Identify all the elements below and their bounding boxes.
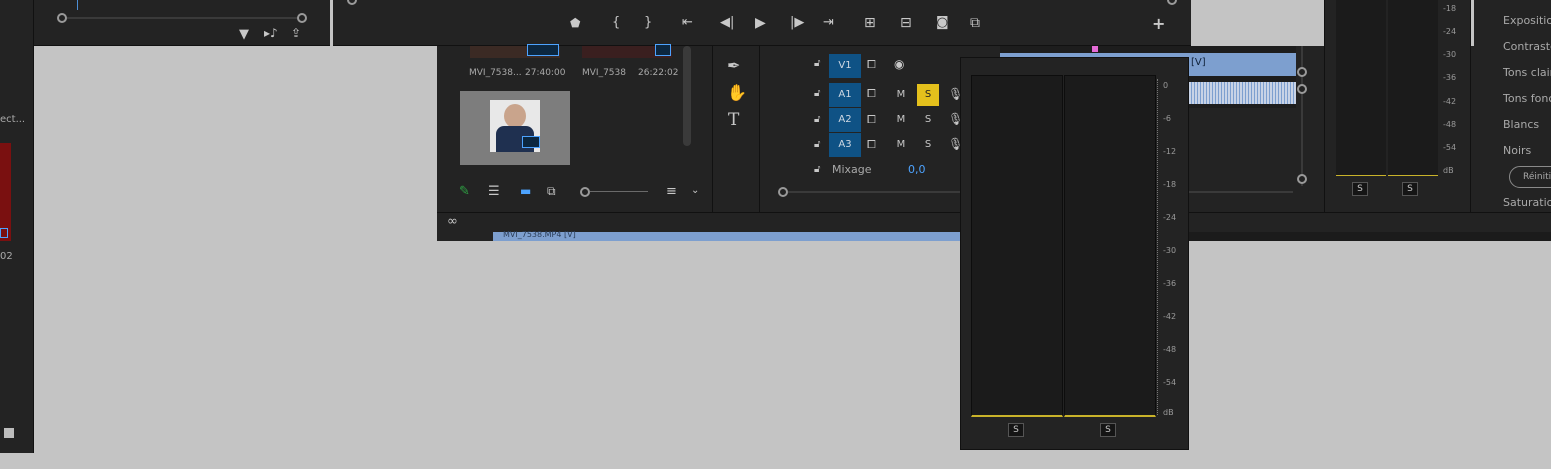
hand-tool-icon[interactable]: ✋: [727, 85, 747, 101]
project-item-selected[interactable]: [460, 91, 570, 165]
lumetri-item: Tons foncés: [1503, 92, 1551, 105]
timeline-strip-dark: [1189, 232, 1551, 241]
lock-icon[interactable]: 🔓︎: [814, 89, 820, 99]
solo-channel-button[interactable]: S: [1402, 182, 1418, 196]
lift-icon[interactable]: ⊞: [864, 16, 876, 30]
project-item-name: MVI_7538: [582, 68, 626, 78]
mute-button[interactable]: M: [890, 109, 912, 131]
source-playhead: [77, 0, 78, 10]
compare-icon[interactable]: ⧉: [970, 16, 980, 30]
meter-channel: [1064, 75, 1156, 417]
saturation-label: Saturation: [1503, 196, 1551, 209]
meter-channel: [971, 75, 1063, 417]
meter-scale-ticks: [1157, 79, 1159, 415]
lock-icon[interactable]: 🔓︎: [814, 165, 820, 175]
thumb-badge-icon: [655, 44, 671, 56]
chevron-down-icon[interactable]: ⌄: [691, 186, 699, 196]
extract-icon[interactable]: ⊟: [900, 16, 912, 30]
filter-icon[interactable]: ▼: [239, 28, 249, 41]
playhead-marker[interactable]: [1092, 46, 1098, 52]
play-icon[interactable]: ▶: [755, 16, 766, 30]
audio-clip[interactable]: [1189, 82, 1296, 104]
transport-controls: ⬟ { } ⇤ ◀| ▶ |▶ ⇥ ⊞ ⊟ ◙ ⧉ +: [570, 16, 1170, 34]
left-panel-number: 02: [0, 251, 13, 262]
track-a2-toggle[interactable]: A2: [829, 108, 861, 132]
creative-cloud-icon[interactable]: ∞: [447, 215, 458, 228]
resize-icon[interactable]: [4, 428, 14, 438]
video-clip-label: [V]: [1191, 57, 1206, 68]
lumetri-item: Contraste: [1503, 40, 1551, 53]
mute-button[interactable]: M: [890, 134, 912, 156]
sync-lock-icon[interactable]: ⧠: [867, 59, 876, 70]
solo-button[interactable]: S: [917, 109, 939, 131]
go-to-in-icon[interactable]: ⇤: [682, 16, 693, 29]
project-item-duration: 26:22:02: [638, 68, 679, 78]
mark-out-icon[interactable]: }: [644, 16, 652, 29]
meter-channel: [1388, 0, 1438, 176]
mix-value[interactable]: 0,0: [908, 163, 926, 176]
type-tool-icon[interactable]: T: [728, 112, 739, 129]
sync-lock-icon[interactable]: ⧠: [867, 88, 876, 99]
pen-tool-icon[interactable]: ✒: [727, 58, 740, 74]
sync-lock-icon[interactable]: ⧠: [867, 114, 876, 125]
solo-channel-button[interactable]: S: [1100, 423, 1116, 437]
thumb-badge-icon: [527, 44, 559, 56]
sync-lock-icon[interactable]: ⧠: [867, 139, 876, 150]
pencil-icon[interactable]: ✎: [459, 185, 470, 198]
list-view-icon[interactable]: ☰: [488, 185, 500, 198]
audio-export-icon[interactable]: ▸♪: [264, 27, 278, 39]
solo-channel-button[interactable]: S: [1352, 182, 1368, 196]
go-to-out-icon[interactable]: ⇥: [823, 16, 834, 29]
camera-icon[interactable]: ◙: [936, 16, 949, 29]
clip-strip-label: MVI_7538.MP4 [V]: [503, 230, 576, 239]
project-item-name: MVI_7538...: [469, 68, 522, 78]
thumb-badge-icon: [522, 136, 540, 148]
eye-icon[interactable]: ◉: [894, 58, 904, 70]
freeform-view-icon[interactable]: ⧉: [547, 185, 556, 197]
step-back-icon[interactable]: ◀|: [720, 16, 734, 29]
solo-button[interactable]: S: [917, 84, 939, 106]
marker-icon[interactable]: ⬟: [570, 17, 580, 29]
reset-button[interactable]: Réinitialiser: [1509, 166, 1551, 188]
lock-icon[interactable]: 🔓︎: [814, 140, 820, 150]
left-panel-label: ect...: [0, 114, 26, 125]
lumetri-item: Noirs: [1503, 144, 1532, 157]
project-item-duration: 27:40:00: [525, 68, 566, 78]
mute-button[interactable]: M: [890, 84, 912, 106]
lock-icon[interactable]: 🔓︎: [814, 59, 820, 69]
lock-icon[interactable]: 🔓︎: [814, 115, 820, 125]
solo-button[interactable]: S: [917, 134, 939, 156]
zoom-slider[interactable]: [580, 187, 648, 197]
mark-in-icon[interactable]: {: [612, 16, 620, 29]
left-thumbnail[interactable]: [0, 143, 11, 241]
lumetri-item: Blancs: [1503, 118, 1540, 131]
left-thumbnail-badge: [0, 228, 8, 238]
lumetri-item: Exposition: [1503, 14, 1551, 27]
lumetri-item: Tons clairs: [1503, 66, 1551, 79]
meter-channel: [1336, 0, 1386, 176]
add-button-icon[interactable]: +: [1152, 16, 1165, 32]
sort-icon[interactable]: ≡: [666, 185, 677, 198]
solo-channel-button[interactable]: S: [1008, 423, 1024, 437]
icon-view-icon[interactable]: ▬: [520, 185, 531, 197]
program-scrollbar[interactable]: [347, 0, 1177, 5]
project-scrollbar[interactable]: [683, 46, 691, 146]
source-scrollbar[interactable]: [57, 13, 307, 23]
mix-label: Mixage: [832, 163, 872, 176]
track-a3-toggle[interactable]: A3: [829, 133, 861, 157]
track-a1-toggle[interactable]: A1: [829, 83, 861, 107]
track-v1-toggle[interactable]: V1: [829, 54, 861, 78]
source-panel-bottom: [34, 0, 330, 46]
export-icon[interactable]: ⇪: [291, 27, 301, 39]
vertical-scrollbar[interactable]: [1297, 46, 1307, 186]
step-forward-icon[interactable]: |▶: [790, 16, 804, 29]
